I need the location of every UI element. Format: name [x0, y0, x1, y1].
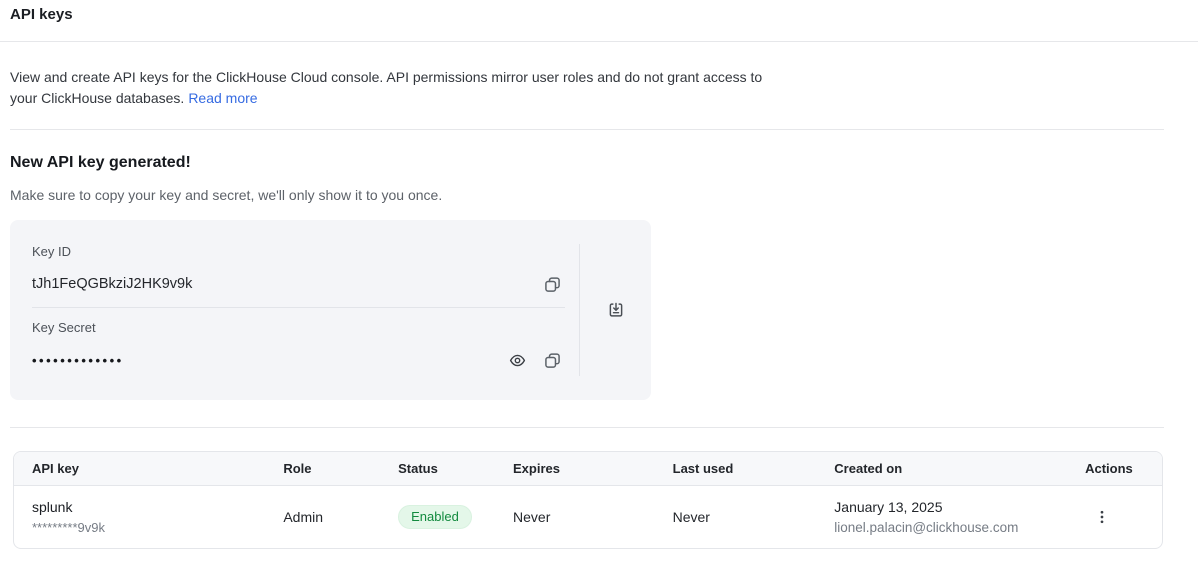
description-line1: View and create API keys for the ClickHo… [10, 69, 762, 85]
api-key-last-used: Never [655, 486, 817, 548]
kebab-menu-icon [1094, 509, 1110, 525]
page-description: View and create API keys for the ClickHo… [10, 67, 1198, 109]
reveal-secret-button[interactable] [504, 347, 530, 373]
status-badge: Enabled [398, 505, 472, 529]
column-header-expires: Expires [495, 452, 655, 486]
api-keys-page: API keys View and create API keys for th… [0, 6, 1198, 549]
column-header-last-used: Last used [655, 452, 817, 486]
copy-icon [544, 352, 561, 369]
section-divider [10, 129, 1164, 130]
copy-secret-button[interactable] [539, 347, 565, 373]
download-icon [607, 301, 625, 319]
column-header-actions: Actions [1067, 452, 1162, 486]
copy-icon [544, 276, 561, 293]
key-secret-label: Key Secret [32, 320, 565, 335]
column-header-api-key: API key [14, 452, 265, 486]
api-key-expires: Never [495, 486, 655, 548]
column-header-created-on: Created on [816, 452, 1067, 486]
table-header-row: API key Role Status Expires Last used Cr… [14, 452, 1162, 486]
new-key-banner-title: New API key generated! [10, 153, 1198, 172]
key-secret-masked-value: ••••••••••••• [32, 353, 124, 368]
key-id-row: tJh1FeQGBkziJ2HK9v9k [32, 271, 565, 297]
created-on-date: January 13, 2025 [834, 499, 1067, 516]
key-secret-row: ••••••••••••• [32, 347, 565, 373]
created-by-email: lionel.palacin@clickhouse.com [834, 520, 1067, 536]
api-key-role: Admin [265, 486, 380, 548]
key-id-value: tJh1FeQGBkziJ2HK9v9k [32, 276, 192, 292]
description-line2: your ClickHouse databases. [10, 90, 184, 106]
download-key-button[interactable] [603, 297, 629, 323]
column-header-status: Status [380, 452, 495, 486]
table-section-divider [10, 427, 1164, 428]
header-divider [0, 41, 1198, 42]
eye-icon [509, 352, 526, 369]
column-header-role: Role [265, 452, 380, 486]
page-title: API keys [10, 6, 1198, 24]
new-key-banner-subtitle: Make sure to copy your key and secret, w… [10, 186, 1198, 204]
key-card-divider [32, 307, 565, 308]
read-more-link[interactable]: Read more [188, 90, 257, 106]
key-id-label: Key ID [32, 244, 565, 259]
api-key-name: splunk [32, 499, 265, 516]
key-card-fields: Key ID tJh1FeQGBkziJ2HK9v9k Key Sec [10, 220, 579, 400]
row-actions-button[interactable] [1085, 504, 1119, 530]
api-keys-table: API key Role Status Expires Last used Cr… [13, 451, 1163, 549]
api-key-masked: *********9v9k [32, 520, 265, 536]
table-row: splunk *********9v9k Admin Enabled Never… [14, 486, 1162, 548]
key-card-download-pane [579, 244, 651, 376]
new-key-card: Key ID tJh1FeQGBkziJ2HK9v9k Key Sec [10, 220, 651, 400]
copy-key-id-button[interactable] [539, 271, 565, 297]
